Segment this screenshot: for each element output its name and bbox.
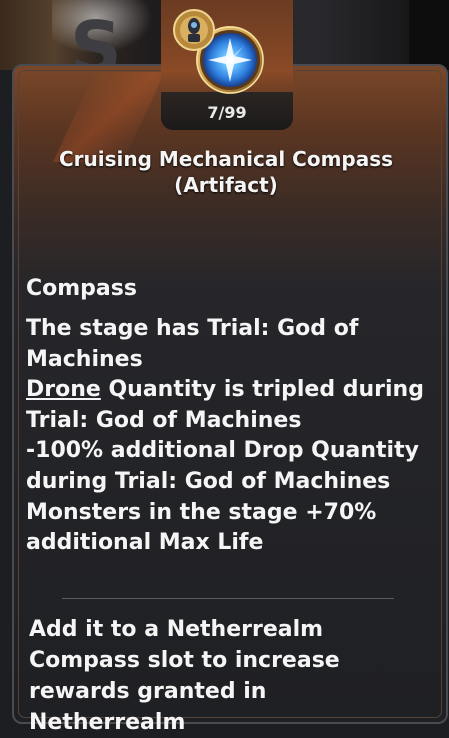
item-title: Cruising Mechanical Compass (Artifact) bbox=[40, 146, 412, 198]
stack-count-bar: 7/99 bbox=[161, 92, 293, 130]
stack-count: 7/99 bbox=[207, 103, 247, 122]
effect-line-life: Monsters in the stage +70% additional Ma… bbox=[26, 499, 377, 556]
section-divider bbox=[62, 598, 394, 599]
effect-line-trial: The stage has Trial: God of Machines bbox=[26, 316, 359, 372]
section-title: Compass bbox=[26, 276, 137, 301]
item-name: Cruising Mechanical Compass bbox=[58, 147, 394, 171]
effect-line-drone: Drone Quantity is tripled during Trial: … bbox=[26, 375, 426, 436]
item-category: (Artifact) bbox=[174, 173, 278, 197]
effect-line-drop: -100% additional Drop Quantity during Tr… bbox=[26, 438, 419, 494]
gold-relic-badge-icon bbox=[173, 9, 215, 51]
item-effects: The stage has Trial: God of Machines Dro… bbox=[26, 314, 426, 559]
drone-keyword-link[interactable]: Drone bbox=[26, 377, 101, 402]
usage-description: Add it to a Netherrealm Compass slot to … bbox=[29, 617, 340, 735]
scene-dark-edge bbox=[409, 0, 449, 70]
